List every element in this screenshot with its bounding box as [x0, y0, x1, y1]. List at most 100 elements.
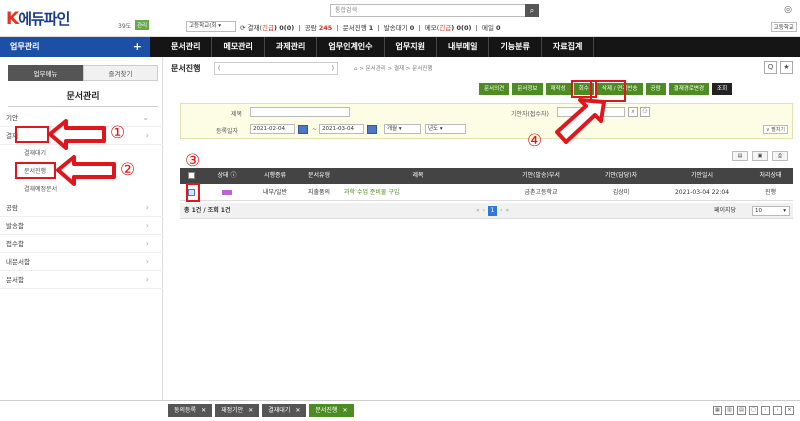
nav-item-doc[interactable]: 문서관리 [160, 37, 213, 57]
col-state: 처리상태 [759, 172, 782, 179]
expand-filter-button[interactable]: ∨ 펼치기 [762, 125, 788, 134]
calendar-icon[interactable] [298, 125, 308, 134]
status-public[interactable]: 공람 245 [305, 24, 333, 32]
table-header: 상태 ⓘ 시행종류 문서유형 제목 기안(발송)부서 기안(담당)자 기안일시 … [180, 168, 793, 184]
search-icon[interactable]: ⌕ [628, 107, 638, 117]
status-memo[interactable]: 메모(긴급) 0(0) [425, 24, 472, 32]
col-drafter: 기안(담당)자 [604, 172, 638, 179]
col-doc-type: 문서유형 [307, 172, 331, 179]
filter-panel: 제목 기안자(접수자) ⌕ ⚇ 등록일자 2021-02-04 ~ 2021-0… [180, 103, 793, 139]
page-title: 문서진행 [171, 64, 201, 73]
bottom-tab-pending[interactable]: 결재대기 ✕ [262, 404, 307, 417]
per-page-select[interactable]: 10 ▾ [752, 206, 790, 216]
nav-item-support[interactable]: 업무지원 [385, 37, 437, 57]
chevron-right-icon[interactable]: › [773, 406, 782, 415]
bottom-tab-bar: 동의등록 ✕ 재정기안 ✕ 결재대기 ✕ 문서진행 ✕ ▦ ▥ ▤ ▢ ‹ › ✕ [0, 400, 800, 421]
user-id: 39도 [118, 23, 132, 30]
drafter-input[interactable] [557, 107, 625, 117]
close-icon[interactable]: ✕ [295, 407, 300, 414]
nav-item-memo[interactable]: 메모관리 [212, 37, 265, 57]
year-select[interactable]: 년도 ▾ [425, 124, 466, 134]
breadcrumb: ⌂ > 문서관리 > 결재 > 문서진행 [354, 66, 433, 72]
school-select[interactable]: 고등학교(회 ▾ [186, 21, 236, 32]
status-mail[interactable]: 메일 0 [482, 24, 501, 32]
help-icon[interactable]: Q [764, 61, 777, 74]
star-icon[interactable]: ★ [780, 61, 793, 74]
last-page-icon[interactable]: » [505, 206, 509, 216]
select-all-checkbox[interactable] [187, 172, 195, 179]
bottom-tab-progress[interactable]: 문서진행 ✕ [309, 404, 354, 417]
bottom-tab-finance[interactable]: 재정기안 ✕ [215, 404, 260, 417]
nav-item-handover[interactable]: 업무인계인수 [317, 37, 385, 57]
col-dept: 기안(발송)부서 [522, 172, 560, 179]
status-send[interactable]: 발송대기 0 [384, 24, 415, 32]
nav-item-task[interactable]: 과제관리 [265, 37, 318, 57]
date-label: 등록일자 [216, 128, 239, 135]
tab-favorites[interactable]: 즐겨찾기 [83, 65, 158, 81]
doc-info-button[interactable]: 문서정보 [512, 83, 543, 95]
tab-work-menu[interactable]: 업무메뉴 [8, 65, 83, 81]
plus-icon[interactable]: + [133, 37, 142, 57]
layout-split-icon[interactable]: ▥ [725, 406, 734, 415]
first-page-icon[interactable]: « [476, 206, 480, 216]
sidebar-item-my-docs[interactable]: 내문서함 › [0, 253, 163, 271]
bottom-tab-agree[interactable]: 동의등록 ✕ [168, 404, 213, 417]
nav-item-mail[interactable]: 내부메일 [437, 37, 490, 57]
status-approve[interactable]: 결재(긴급) 0(0) [248, 24, 295, 32]
nav-item-function[interactable]: 기능분류 [489, 37, 542, 57]
search-input[interactable]: 통합검색 [330, 4, 526, 17]
row-type: 내부/일반 [262, 189, 288, 196]
highlight-checkbox [186, 183, 200, 202]
doc-opinion-button[interactable]: 문서의견 [479, 83, 510, 95]
close-icon[interactable]: ✕ [201, 407, 206, 414]
prev-page-icon[interactable]: ‹ [483, 206, 485, 216]
chevron-left-icon[interactable]: ‹ [761, 406, 770, 415]
sidebar-item-draft[interactable]: 기안 ⌄ [0, 109, 163, 127]
title-input[interactable] [250, 107, 350, 117]
info-icon[interactable]: ⓘ [230, 172, 236, 179]
sidebar-item-outbox[interactable]: 발송함 › [0, 217, 163, 235]
calendar-icon[interactable] [367, 125, 377, 134]
col-date: 기안일시 [690, 172, 714, 179]
status-progress[interactable]: 문서진행 1 [343, 24, 374, 32]
user-badge[interactable]: 관리 [135, 20, 150, 30]
table-row[interactable]: 내부/일반 지출품의 과학 수업 준비물 구입 금촌고등학교 김상미 2021-… [180, 184, 793, 201]
public-view-button[interactable]: 공람 [645, 83, 666, 95]
close-icon[interactable]: ✕ [342, 407, 347, 414]
sidebar-item-inbox[interactable]: 접수함 › [0, 235, 163, 253]
date-to-input[interactable]: 2021-03-04 [319, 124, 364, 134]
chevron-right-icon: › [145, 131, 149, 140]
page-1[interactable]: 1 [488, 206, 498, 216]
sidebar-subitem-pending[interactable]: 결재대기 [0, 145, 163, 163]
user-icon[interactable]: ◎ [784, 5, 792, 15]
date-from-input[interactable]: 2021-02-04 [250, 124, 295, 134]
close-icon[interactable]: ✕ [248, 407, 253, 414]
layout-grid-icon[interactable]: ▦ [713, 406, 722, 415]
sidebar: 업무메뉴 즐겨찾기 문서관리 기안 ⌄ 결재 › 결재대기 문서진행 결재예정문서 … [0, 57, 163, 400]
print-icon[interactable]: ⎙ [772, 151, 788, 161]
layout-full-icon[interactable]: ▢ [749, 406, 758, 415]
close-all-icon[interactable]: ✕ [785, 406, 794, 415]
print-preview-icon[interactable]: ▤ [732, 151, 748, 161]
sidebar-subitem-scheduled[interactable]: 결재예정문서 [0, 181, 163, 199]
search-button[interactable]: 조회 [712, 83, 733, 95]
chevron-right-icon: › [145, 275, 149, 284]
row-title-link[interactable]: 과학 수업 준비물 구입 [340, 184, 496, 200]
org-chart-icon[interactable]: ⚇ [640, 107, 650, 117]
search-icon[interactable]: ⌕ [525, 4, 539, 17]
work-menu-button[interactable]: 업무관리 + [0, 37, 150, 57]
change-route-button[interactable]: 결재경로변경 [668, 83, 710, 95]
period-select[interactable]: 개월 ▾ [384, 124, 421, 134]
refresh-icon[interactable]: ⟳ [240, 24, 245, 32]
layout-list-icon[interactable]: ▤ [737, 406, 746, 415]
row-state: 진행 [764, 189, 777, 196]
rewrite-button[interactable]: 재작성 [545, 83, 571, 95]
edufine-logo[interactable]: K에듀파인 [6, 8, 70, 29]
nav-item-data[interactable]: 자료집계 [542, 37, 595, 57]
next-page-icon[interactable]: › [500, 206, 502, 216]
top-header: K에듀파인 39도 관리 고등학교(회 ▾ 통합검색 ⌕ ⟳ 결재(긴급) 0(… [0, 0, 800, 37]
sidebar-item-public[interactable]: 공람 › [0, 199, 163, 217]
school-name-right[interactable]: 고등학교 [770, 22, 797, 32]
sidebar-item-doc-box[interactable]: 문서함 › [0, 271, 163, 289]
save-icon[interactable]: ▣ [752, 151, 768, 161]
